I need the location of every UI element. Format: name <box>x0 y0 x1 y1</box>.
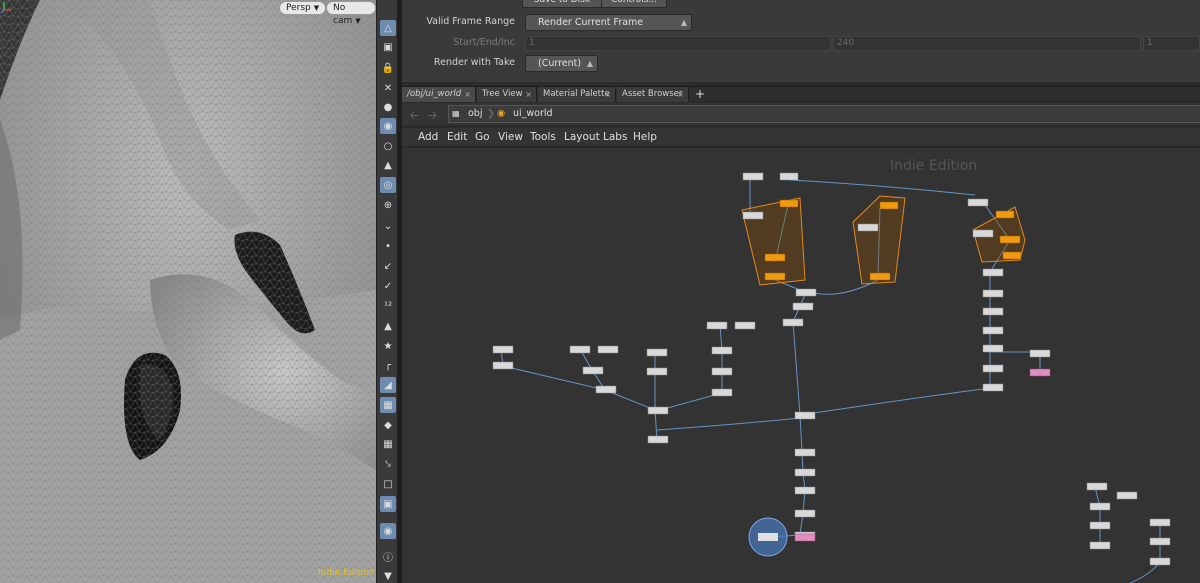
number-icon[interactable]: ¹² <box>380 298 396 314</box>
info-icon[interactable]: ⓘ <box>380 548 396 564</box>
crumb-ui-world[interactable]: ui_world <box>513 106 553 122</box>
render-with-take-value: (Current) <box>538 58 582 69</box>
diamond-icon[interactable]: ◆ <box>380 417 396 433</box>
tab-tree-view[interactable]: Tree View × <box>477 87 537 102</box>
camera-tool-icon[interactable]: ▲ <box>380 157 396 173</box>
nodes <box>492 172 1171 566</box>
menu-view[interactable]: View <box>498 128 523 147</box>
axis-gizmo-icon <box>0 2 12 14</box>
tab-asset-browser[interactable]: Asset Browser × <box>617 87 689 102</box>
path-field[interactable] <box>448 105 1200 123</box>
inc-field[interactable]: 1 <box>1143 36 1200 51</box>
updown-icon: ▲ <box>586 59 593 68</box>
add-tab-button[interactable]: + <box>695 87 705 102</box>
start-end-inc-row: Start/End/Inc 1 240 1 <box>402 33 1200 53</box>
indie-edition-label: Indie Edition <box>318 568 375 578</box>
valid-frame-range-label: Valid Frame Range <box>426 16 515 27</box>
nav-back-icon[interactable]: 🡠 <box>410 107 419 126</box>
network-boxes <box>741 195 1026 286</box>
tab-tree-view-label: Tree View <box>482 89 523 99</box>
obj-icon: ▦ <box>452 109 460 118</box>
persp-chevron-icon: ▼ <box>313 4 320 12</box>
close-icon[interactable]: × <box>677 87 684 102</box>
tab-material-palette[interactable]: Material Palette × <box>538 87 616 102</box>
visibility-icon[interactable]: ⊕ <box>380 197 396 213</box>
render-with-take-row: Render with Take (Current) ▲ <box>402 53 1200 73</box>
ghost-icon[interactable]: ✕ <box>380 80 396 96</box>
valid-frame-range-value: Render Current Frame <box>538 17 644 28</box>
expand-icon[interactable]: ⌄ <box>380 218 396 234</box>
select-tool-icon[interactable]: △ <box>380 20 396 36</box>
pin-icon[interactable]: ◉ <box>380 523 396 539</box>
menu-labs[interactable]: Labs <box>603 128 627 147</box>
tab-network[interactable]: /obj/ui_world × <box>402 87 476 102</box>
parameter-pane: Save to Disk Controls... Valid Frame Ran… <box>402 0 1200 82</box>
menu-tools[interactable]: Tools <box>530 128 556 147</box>
network-menubar: Add Edit Go View Tools Layout Labs Help <box>402 128 1200 147</box>
houdini-window: Persp ▼ No cam ▼ Indie Edition △ ▣ 🔒 ✕ ● ◉… <box>0 0 1200 583</box>
edge-icon[interactable]: ↙ <box>380 258 396 274</box>
display-icon[interactable]: ▲ <box>380 318 396 334</box>
houdini-icon: ◉ <box>497 108 506 119</box>
snap-tool-icon[interactable]: ◎ <box>380 177 396 193</box>
shade-icon[interactable]: ◢ <box>380 377 396 393</box>
camera-menu[interactable]: No cam ▼ <box>326 1 376 26</box>
path-bar: 🡠 🡢 ▦ obj ❯ ◉ ui_world <box>402 103 1200 125</box>
viewport-toolbar: △ ▣ 🔒 ✕ ● ◉ ○ ▲ ◎ ⊕ ⌄ • ↙ ✓ ¹² ▲ ★ ┌ ◢ ▦… <box>376 0 398 583</box>
cam-label: No cam <box>333 3 353 26</box>
save-to-disk-button[interactable]: Save to Disk <box>522 0 602 8</box>
perspective-menu[interactable]: Persp ▼ <box>279 1 327 15</box>
view-tool-icon[interactable]: ▣ <box>380 39 396 55</box>
close-icon[interactable]: × <box>604 87 611 102</box>
start-end-inc-label: Start/End/Inc <box>453 37 515 48</box>
render-with-take-menu[interactable]: (Current) ▲ <box>525 55 598 72</box>
close-icon[interactable]: × <box>525 87 532 102</box>
tab-asset-browser-label: Asset Browser <box>622 89 683 99</box>
wires <box>500 179 1161 583</box>
pane-tab-bar: /obj/ui_world × Tree View × Material Palet… <box>402 86 1200 102</box>
menu-help[interactable]: Help <box>633 128 657 147</box>
light-tool-icon[interactable]: ◉ <box>380 118 396 134</box>
persp-label: Persp <box>286 3 311 13</box>
tab-network-label: /obj/ui_world <box>407 89 462 99</box>
mesh-render <box>0 0 376 583</box>
tab-material-palette-label: Material Palette <box>543 89 610 99</box>
more-down-icon[interactable]: ▼ <box>380 568 396 583</box>
crumb-obj[interactable]: obj <box>468 106 482 122</box>
axis-icon[interactable]: ⤥ <box>380 456 396 472</box>
square-icon[interactable]: □ <box>380 476 396 492</box>
particle-icon[interactable]: ★ <box>380 338 396 354</box>
node-graph <box>492 172 1171 583</box>
controls-button[interactable]: Controls... <box>601 0 667 8</box>
crumb-separator: ❯ <box>487 108 495 119</box>
corner-icon[interactable]: ┌ <box>380 357 396 373</box>
menu-edit[interactable]: Edit <box>447 128 467 147</box>
start-field[interactable]: 1 <box>525 36 831 51</box>
scene-viewport[interactable]: Persp ▼ No cam ▼ Indie Edition <box>0 0 376 583</box>
frame-icon[interactable]: ▣ <box>380 496 396 512</box>
close-icon[interactable]: × <box>464 87 471 102</box>
menu-add[interactable]: Add <box>418 128 438 147</box>
menu-layout[interactable]: Layout <box>564 128 600 147</box>
end-field[interactable]: 240 <box>833 36 1141 51</box>
updown-icon: ▲ <box>680 18 687 27</box>
pen-icon[interactable]: ✓ <box>380 278 396 294</box>
texture-icon[interactable]: ▦ <box>380 436 396 452</box>
wire-icon[interactable]: ▦ <box>380 397 396 413</box>
network-editor[interactable]: Indie Edition <box>402 148 1200 583</box>
cam-chevron-icon: ▼ <box>355 17 361 25</box>
point-icon[interactable]: • <box>380 238 396 254</box>
render-with-take-label: Render with Take <box>433 57 515 68</box>
valid-frame-range-row: Valid Frame Range Render Current Frame ▲ <box>402 12 1200 32</box>
lock-icon[interactable]: 🔒 <box>380 60 396 76</box>
valid-frame-range-menu[interactable]: Render Current Frame ▲ <box>525 14 692 31</box>
nav-forward-icon[interactable]: 🡢 <box>428 107 437 126</box>
menu-go[interactable]: Go <box>475 128 490 147</box>
sphere-icon[interactable]: ● <box>380 99 396 115</box>
bulb-icon[interactable]: ○ <box>380 138 396 154</box>
